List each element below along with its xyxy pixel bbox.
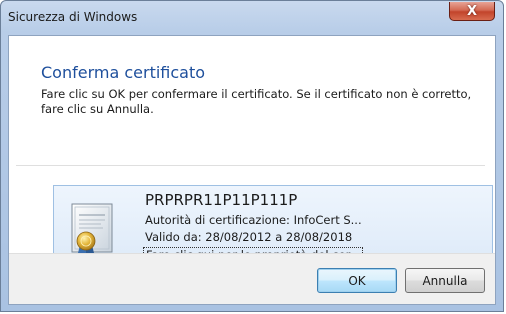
cancel-button[interactable]: Annulla [405,268,485,293]
window-title: Sicurezza di Windows [8,10,138,24]
separator [16,165,485,166]
certificate-name: PRPRPR11P11P111P [145,191,298,209]
title-bar[interactable]: Sicurezza di Windows X [1,1,503,35]
button-bar: OK Annulla [9,253,495,304]
close-icon: X [466,3,478,19]
close-button[interactable]: X [449,2,495,21]
dialog-instruction: Fare clic su OK per confermare il certif… [41,87,472,116]
certificate-icon [71,203,113,257]
security-dialog-window: Sicurezza di Windows X Conferma certific… [0,0,504,312]
ok-button[interactable]: OK [317,268,397,293]
dialog-client-area: Conferma certificato Fare clic su OK per… [8,35,496,305]
certificate-issuer: Autorità di certificazione: InfoCert S..… [145,213,362,227]
certificate-validity: Valido da: 28/08/2012 a 28/08/2018 [145,230,353,244]
dialog-heading: Conferma certificato [41,63,206,82]
